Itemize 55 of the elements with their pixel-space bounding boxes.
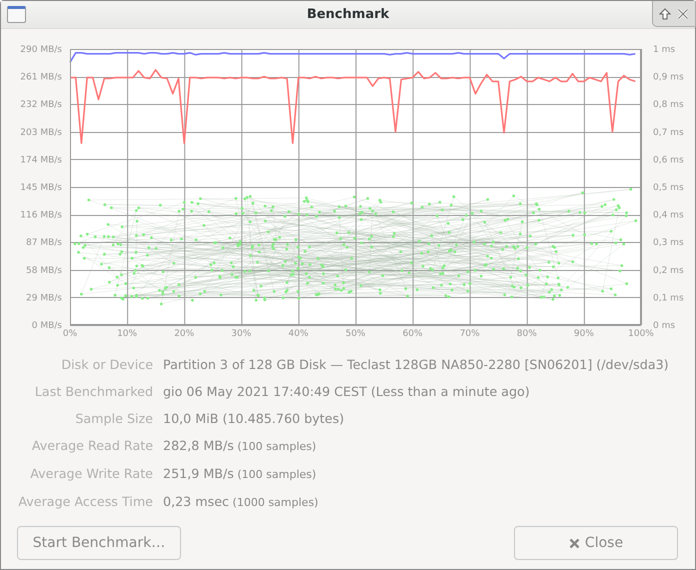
x-axis-label: 10% bbox=[117, 329, 138, 339]
field-label: Average Write Rate bbox=[29, 465, 153, 483]
field-label: Average Read Rate bbox=[30, 437, 153, 455]
x-axis-label: 70% bbox=[460, 329, 480, 339]
field-value: 251,9 MB/s bbox=[163, 466, 234, 481]
field-label: Sample Size bbox=[74, 410, 153, 428]
sample-count: (100 samples) bbox=[236, 468, 316, 481]
sample-count: (1000 samples) bbox=[232, 496, 318, 509]
y-axis-label: 87 MB/s bbox=[26, 238, 62, 248]
y-axis-label: 232 MB/s bbox=[20, 100, 62, 110]
x-axis-label: 40% bbox=[288, 329, 308, 339]
y-axis-label: 116 MB/s bbox=[20, 210, 62, 221]
y-axis-label: 0 MB/s bbox=[32, 321, 62, 331]
y-axis-label: 0 ms bbox=[653, 321, 676, 331]
x-axis-label: 90% bbox=[574, 329, 594, 339]
y-axis-label: 290 MB/s bbox=[20, 45, 62, 55]
field-value: 282,8 MB/s bbox=[163, 438, 234, 453]
y-axis-label: 203 MB/s bbox=[20, 128, 62, 138]
y-axis-label: 0,7 ms bbox=[653, 128, 684, 138]
y-axis-label: 0,5 ms bbox=[653, 183, 684, 193]
y-axis-label: 0,2 ms bbox=[653, 266, 684, 276]
y-axis-label: 58 MB/s bbox=[26, 266, 62, 276]
x-axis-label: 50% bbox=[346, 329, 366, 339]
window-title: Benchmark bbox=[306, 7, 390, 22]
y-axis-label: 0,4 ms bbox=[653, 210, 684, 221]
sample-count: (100 samples) bbox=[236, 440, 316, 453]
y-axis-label: 145 MB/s bbox=[20, 183, 62, 193]
close-icon bbox=[568, 538, 580, 548]
field-value: gio 06 May 2021 17:40:49 CEST (Less than a minute ago) bbox=[163, 383, 531, 401]
field-label: Disk or Device bbox=[60, 356, 153, 374]
x-axis-label: 20% bbox=[174, 329, 194, 339]
y-axis-label: 0,8 ms bbox=[653, 100, 684, 110]
y-axis-label: 29 MB/s bbox=[26, 293, 62, 304]
x-axis-label: 100% bbox=[628, 329, 654, 339]
y-axis-label: 261 MB/s bbox=[20, 72, 62, 83]
y-axis-label: 0,1 ms bbox=[653, 293, 684, 304]
close-button[interactable]: Close bbox=[514, 526, 678, 560]
field-label: Average Access Time bbox=[17, 493, 153, 511]
y-axis-label: 0,9 ms bbox=[653, 72, 684, 83]
window-icon bbox=[7, 6, 26, 23]
y-axis-label: 1 ms bbox=[653, 45, 676, 55]
x-axis-label: 60% bbox=[402, 329, 423, 339]
maximize-icon[interactable] bbox=[659, 8, 671, 20]
x-axis-label: 30% bbox=[231, 329, 252, 339]
x-axis-label: 80% bbox=[516, 329, 537, 339]
start-benchmark-button[interactable]: Start Benchmark… bbox=[17, 526, 181, 560]
y-axis-label: 0,6 ms bbox=[653, 155, 684, 166]
x-axis-label: 0% bbox=[62, 329, 78, 339]
field-value: 0,23 msec bbox=[163, 494, 230, 509]
close-icon[interactable] bbox=[677, 8, 689, 20]
field-value: 10,0 MiB (10.485.760 bytes) bbox=[163, 410, 346, 428]
field-value: Partition 3 of 128 GB Disk — Teclast 128GB NA850-2280 [SN06201] (/dev/sda3) bbox=[163, 356, 670, 374]
y-axis-label: 174 MB/s bbox=[20, 155, 62, 166]
field-label: Last Benchmarked bbox=[34, 383, 153, 401]
y-axis-label: 0,3 ms bbox=[653, 238, 684, 248]
